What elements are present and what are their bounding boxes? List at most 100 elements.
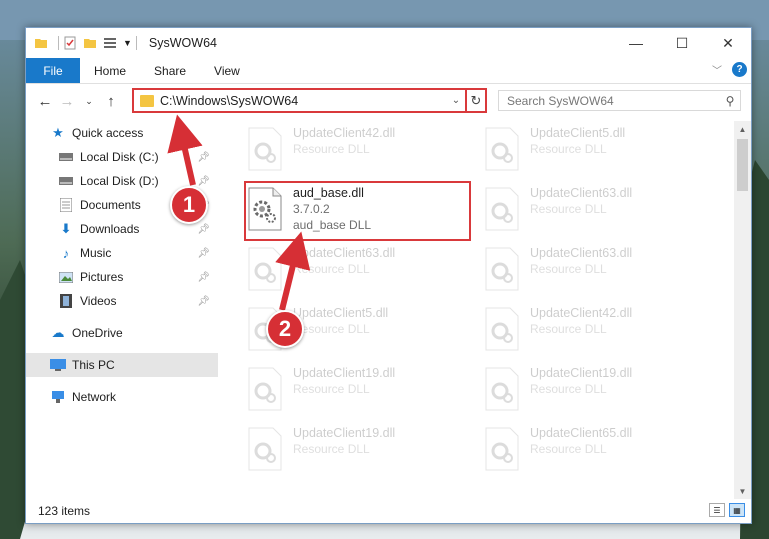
vertical-scrollbar[interactable]: ▲ ▼ [734,121,751,499]
tab-home[interactable]: Home [80,58,140,83]
help-icon[interactable]: ? [732,62,747,77]
dll-file-icon [485,367,519,411]
pin-icon[interactable]: 📌︎ [197,176,210,187]
sidebar-item-label: Local Disk (C:) [80,150,159,164]
dll-file-icon [485,187,519,231]
sidebar-item-label: Documents [80,198,141,212]
explorer-window: ▼ SysWOW64 — ☐ ✕ File Home Share View ﹀ … [25,27,752,524]
tab-view[interactable]: View [200,58,254,83]
pin-icon[interactable]: 📌︎ [197,272,210,283]
file-type: Resource DLL [293,322,370,336]
step-badge-2: 2 [266,310,304,348]
pin-icon[interactable]: 📌︎ [197,152,210,163]
dll-file-icon [248,367,282,411]
videos-icon [58,294,74,308]
search-placeholder[interactable]: Search SysWOW64 [507,94,720,108]
back-button[interactable]: ← [34,90,56,112]
scroll-down-icon[interactable]: ▼ [734,483,751,499]
file-item[interactable]: UpdateClient5.dll Resource DLL [484,125,714,177]
close-button[interactable]: ✕ [705,28,751,58]
file-type: Resource DLL [530,442,607,456]
minimize-button[interactable]: — [613,28,659,58]
file-name: UpdateClient19.dll [293,366,396,380]
music-icon: ♪ [62,245,70,261]
pin-icon[interactable]: 📌︎ [197,224,210,235]
customize-icon[interactable] [103,36,117,50]
star-icon: ★ [52,125,64,140]
file-item[interactable]: UpdateClient19.dll Resource DLL [484,365,714,417]
download-icon: ⬇ [60,221,72,236]
sidebar-item-this-pc[interactable]: This PC [26,353,218,377]
computer-icon [50,358,66,372]
sidebar-item-network[interactable]: Network [26,385,218,409]
file-item[interactable]: UpdateClient19.dll Resource DLL [247,365,477,417]
dll-file-icon [485,307,519,351]
file-item[interactable]: UpdateClient63.dll Resource DLL [484,245,714,297]
item-count: 123 items [38,504,91,518]
search-input[interactable]: Search SysWOW64 ⚲ [498,90,741,111]
scroll-up-icon[interactable]: ▲ [734,121,751,137]
forward-button[interactable]: → [56,90,78,112]
refresh-button[interactable]: ↻ [465,90,485,111]
cloud-icon: ☁ [51,325,65,340]
window-title: SysWOW64 [148,36,217,50]
sidebar-item-quick-access[interactable]: ★ Quick access [26,121,218,145]
address-bar[interactable]: C:\Windows\SysWOW64 ⌄ ↻ [132,88,487,113]
file-item[interactable]: UpdateClient19.dll Resource DLL [247,425,477,477]
navigation-pane: ★ Quick access Local Disk (C:) 📌︎ Local … [26,121,218,491]
sidebar-item-label: Videos [80,294,117,308]
file-item[interactable]: UpdateClient63.dll Resource DLL [247,245,477,297]
sidebar-item-local-disk-c[interactable]: Local Disk (C:) 📌︎ [26,145,218,169]
file-name: UpdateClient19.dll [293,426,396,440]
folder-icon [35,39,47,48]
search-icon[interactable]: ⚲ [720,94,740,108]
sidebar-item-videos[interactable]: Videos 📌︎ [26,289,218,313]
scroll-thumb[interactable] [737,139,748,191]
file-type: Resource DLL [530,322,607,336]
sidebar-item-music[interactable]: ♪ Music 📌︎ [26,241,218,265]
sidebar-item-label: OneDrive [72,326,123,340]
properties-icon[interactable] [63,36,77,50]
file-name: UpdateClient65.dll [530,426,633,440]
ribbon-tabs: File Home Share View ﹀ ? [26,58,751,84]
file-list: UpdateClient42.dll Resource DLL UpdateCli… [219,121,734,491]
sidebar-item-pictures[interactable]: Pictures 📌︎ [26,265,218,289]
maximize-button[interactable]: ☐ [659,28,705,58]
large-icons-view-icon[interactable]: ▦ [729,503,745,517]
navigation-bar: ← → ⌄ ↑ C:\Windows\SysWOW64 ⌄ ↻ Search S… [26,84,751,118]
up-button[interactable]: ↑ [100,90,122,112]
dll-file-icon [485,247,519,291]
sidebar-item-label: Local Disk (D:) [80,174,159,188]
documents-icon [58,198,74,212]
network-icon [50,390,66,404]
chevron-down-icon[interactable]: ▼ [123,38,132,48]
step-badge-1: 1 [170,186,208,224]
new-folder-icon[interactable] [83,36,97,50]
sidebar-item-label: Music [80,246,112,260]
file-name: UpdateClient19.dll [530,366,633,380]
file-name: UpdateClient42.dll [293,126,396,140]
file-item[interactable]: UpdateClient42.dll Resource DLL [484,305,714,357]
tab-file[interactable]: File [26,58,80,83]
folder-icon [140,94,154,107]
file-name: UpdateClient63.dll [293,246,396,260]
file-name: UpdateClient42.dll [530,306,633,320]
sidebar-item-onedrive[interactable]: ☁ OneDrive [26,321,218,345]
file-item[interactable]: UpdateClient63.dll Resource DLL [484,185,714,237]
recent-locations-button[interactable]: ⌄ [78,90,100,112]
file-item[interactable]: UpdateClient42.dll Resource DLL [247,125,477,177]
drive-icon [58,150,74,164]
pin-icon[interactable]: 📌︎ [197,296,210,307]
tab-share[interactable]: Share [140,58,200,83]
file-item[interactable]: UpdateClient65.dll Resource DLL [484,425,714,477]
address-text[interactable]: C:\Windows\SysWOW64 [160,94,447,108]
pin-icon[interactable]: 📌︎ [197,248,210,259]
dll-file-icon [248,247,282,291]
chevron-down-icon[interactable]: ⌄ [447,95,465,106]
sidebar-item-label: This PC [72,358,115,372]
expand-ribbon-icon[interactable]: ﹀ [712,62,722,77]
file-name: UpdateClient5.dll [293,306,389,320]
file-type: Resource DLL [293,442,370,456]
sidebar-item-label: Downloads [80,222,140,236]
details-view-icon[interactable]: ☰ [709,503,725,517]
